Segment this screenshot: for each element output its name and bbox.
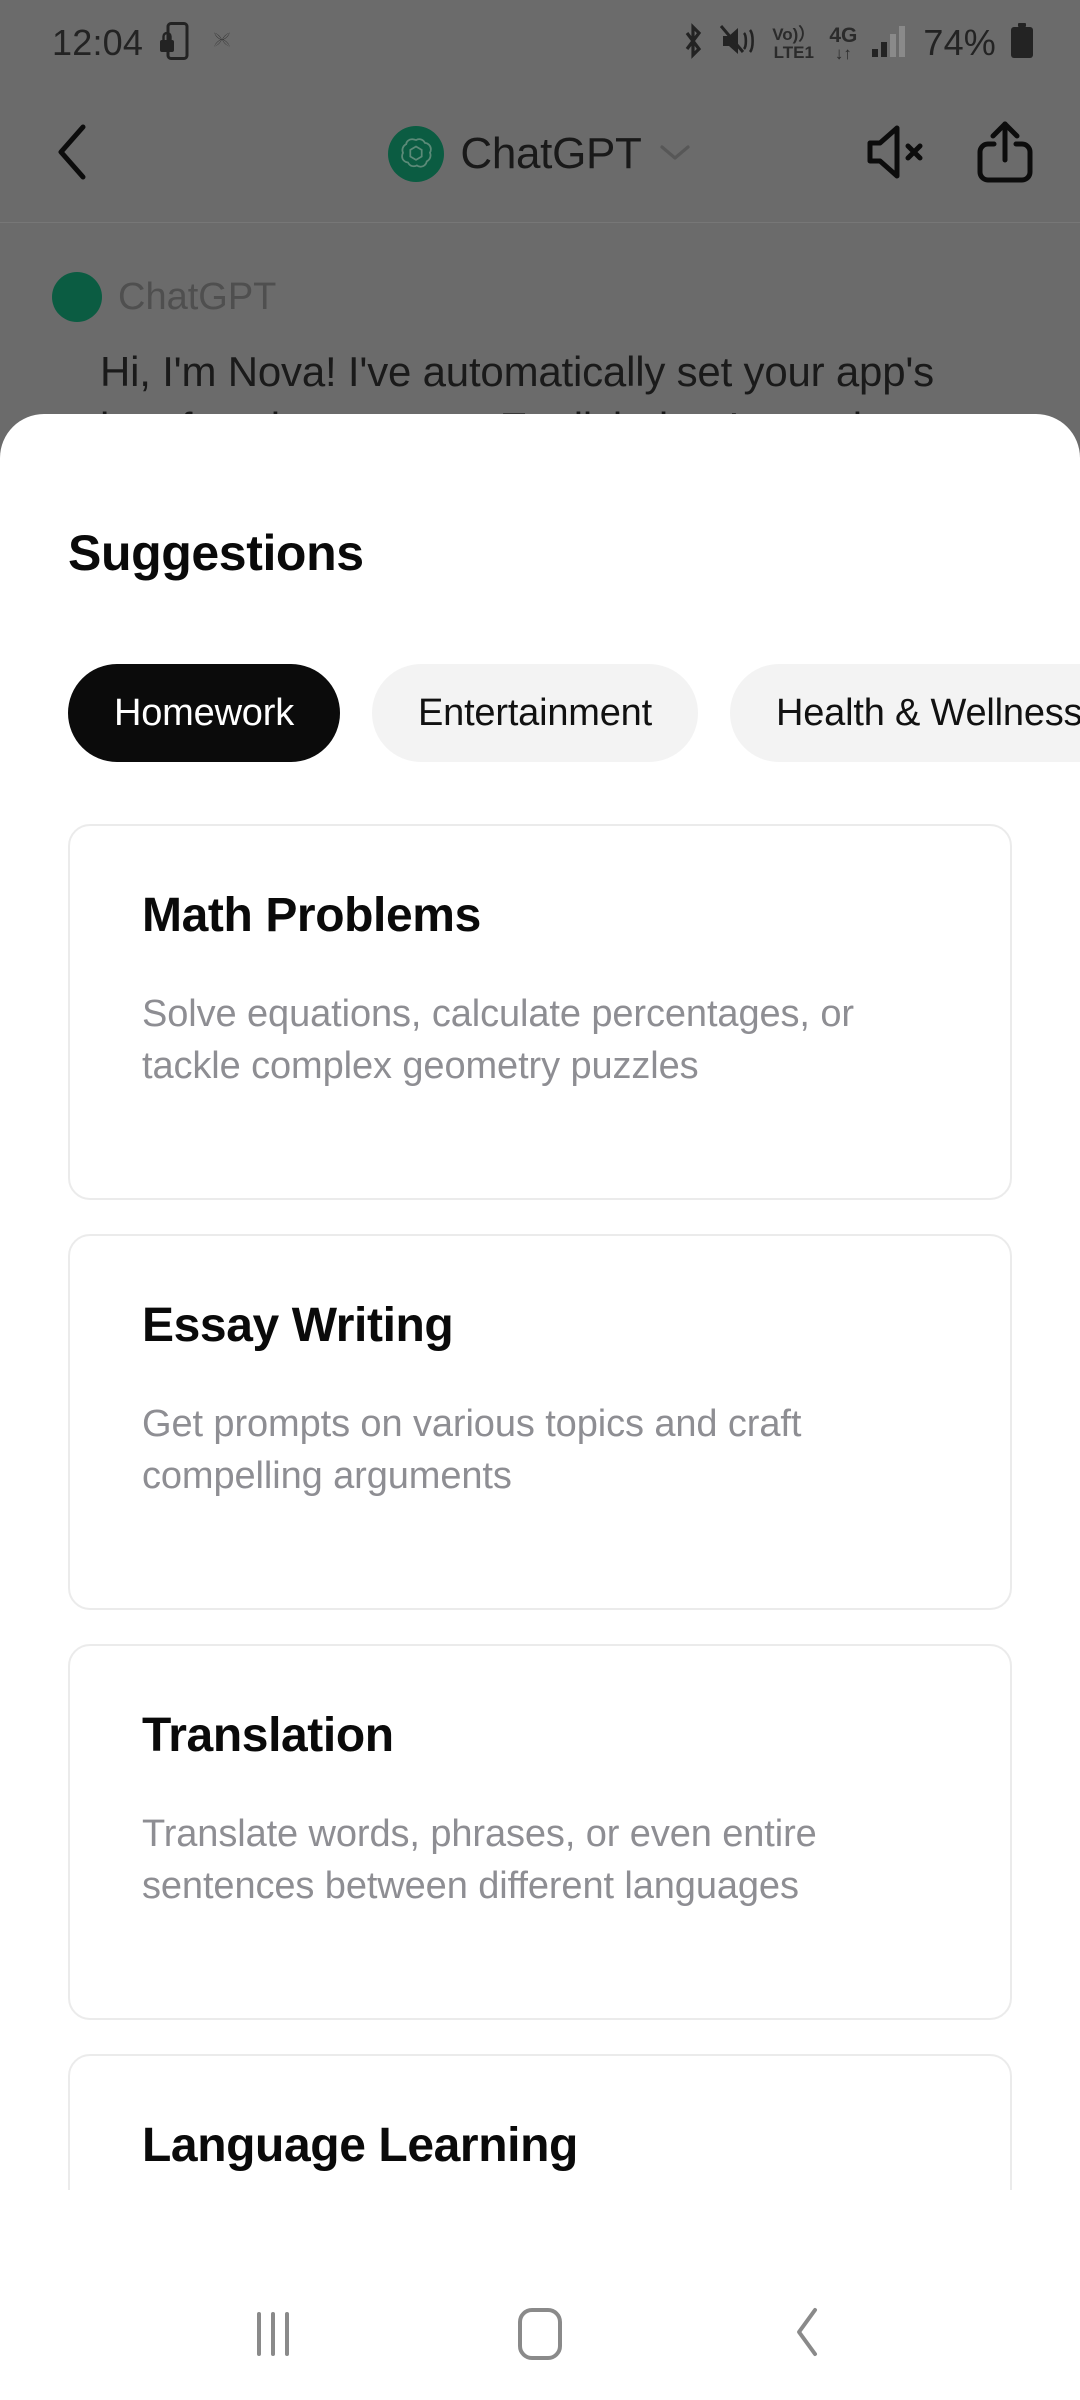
card-description: Get prompts on various topics and craft … xyxy=(142,1403,802,1497)
card-description: Solve equations, calculate percentages, … xyxy=(142,993,854,1087)
suggestion-card-math-problems[interactable]: Math Problems Solve equations, calculate… xyxy=(68,824,1012,1200)
app-title-group[interactable]: ChatGPT xyxy=(330,126,750,182)
tab-health-wellness-label: Health & Wellness xyxy=(775,691,1080,734)
app-bar-actions xyxy=(864,120,1034,189)
sheet-title: Suggestions xyxy=(68,525,364,581)
status-bar-clock: 12:04 xyxy=(52,22,144,63)
card-title: Math Problems xyxy=(142,889,481,942)
recents-icon xyxy=(257,2312,290,2356)
app-title: ChatGPT xyxy=(460,129,642,178)
nav-back-button[interactable] xyxy=(747,2274,867,2394)
battery-percent-label: 74% xyxy=(923,22,996,63)
android-nav-bar xyxy=(0,2268,1080,2400)
suggestion-card-essay-writing[interactable]: Essay Writing Get prompts on various top… xyxy=(68,1234,1012,1610)
card-title: Essay Writing xyxy=(142,1299,454,1352)
suggestions-bottom-sheet: Suggestions Homework Entertainment Healt… xyxy=(0,414,1080,2400)
card-title: Translation xyxy=(142,1709,394,1762)
network-4g-icon: 4G ↓↑ xyxy=(829,25,857,62)
volte-icon: Vo)） LTE1 xyxy=(772,26,815,61)
chevron-down-icon[interactable] xyxy=(658,141,692,168)
tab-entertainment[interactable]: Entertainment xyxy=(372,664,698,762)
volte-line-top: Vo)） xyxy=(772,24,816,44)
nav-recents-button[interactable] xyxy=(213,2274,333,2394)
status-bar: 12:04 Vo)） LTE1 4G ↓↑ 74% xyxy=(0,0,1080,86)
phone-lock-icon xyxy=(159,21,189,65)
category-tabs[interactable]: Homework Entertainment Health & Wellness xyxy=(0,582,1080,762)
tab-entertainment-label: Entertainment xyxy=(418,691,652,734)
tab-homework[interactable]: Homework xyxy=(68,664,340,762)
flower-icon xyxy=(205,24,239,63)
suggestion-card-language-learning[interactable]: Language Learning xyxy=(68,2054,1012,2190)
status-bar-right: Vo)） LTE1 4G ↓↑ 74% xyxy=(680,22,1034,64)
back-chevron-icon[interactable] xyxy=(52,121,96,188)
mute-icon[interactable] xyxy=(864,122,928,187)
network-type-label: 4G xyxy=(829,23,858,47)
battery-icon xyxy=(1010,22,1034,64)
card-title: Language Learning xyxy=(142,2119,578,2172)
bluetooth-icon xyxy=(680,22,706,64)
home-icon xyxy=(517,2308,562,2360)
assistant-avatar xyxy=(52,272,102,322)
mute-vibrate-icon xyxy=(720,24,758,63)
tab-homework-label: Homework xyxy=(114,691,294,734)
suggestions-scroll-area[interactable]: Suggestions Homework Entertainment Healt… xyxy=(0,414,1080,2190)
signal-bars-icon xyxy=(871,25,909,62)
assistant-message-header: ChatGPT xyxy=(0,224,1080,322)
nav-home-button[interactable] xyxy=(480,2274,600,2394)
share-icon[interactable] xyxy=(976,120,1034,189)
back-icon xyxy=(791,2306,823,2363)
card-description: Translate words, phrases, or even entire… xyxy=(142,1813,817,1907)
app-bar: ChatGPT xyxy=(0,86,1080,223)
suggestion-card-translation[interactable]: Translation Translate words, phrases, or… xyxy=(68,1644,1012,2020)
suggestion-card-list: Math Problems Solve equations, calculate… xyxy=(0,762,1080,2190)
data-arrows-label: ↓↑ xyxy=(834,43,852,63)
status-bar-left: 12:04 xyxy=(52,21,239,65)
tab-health-wellness[interactable]: Health & Wellness xyxy=(729,664,1080,762)
volte-line-bottom: LTE1 xyxy=(773,42,814,62)
openai-logo-icon xyxy=(388,126,445,182)
assistant-name-label: ChatGPT xyxy=(118,275,277,318)
